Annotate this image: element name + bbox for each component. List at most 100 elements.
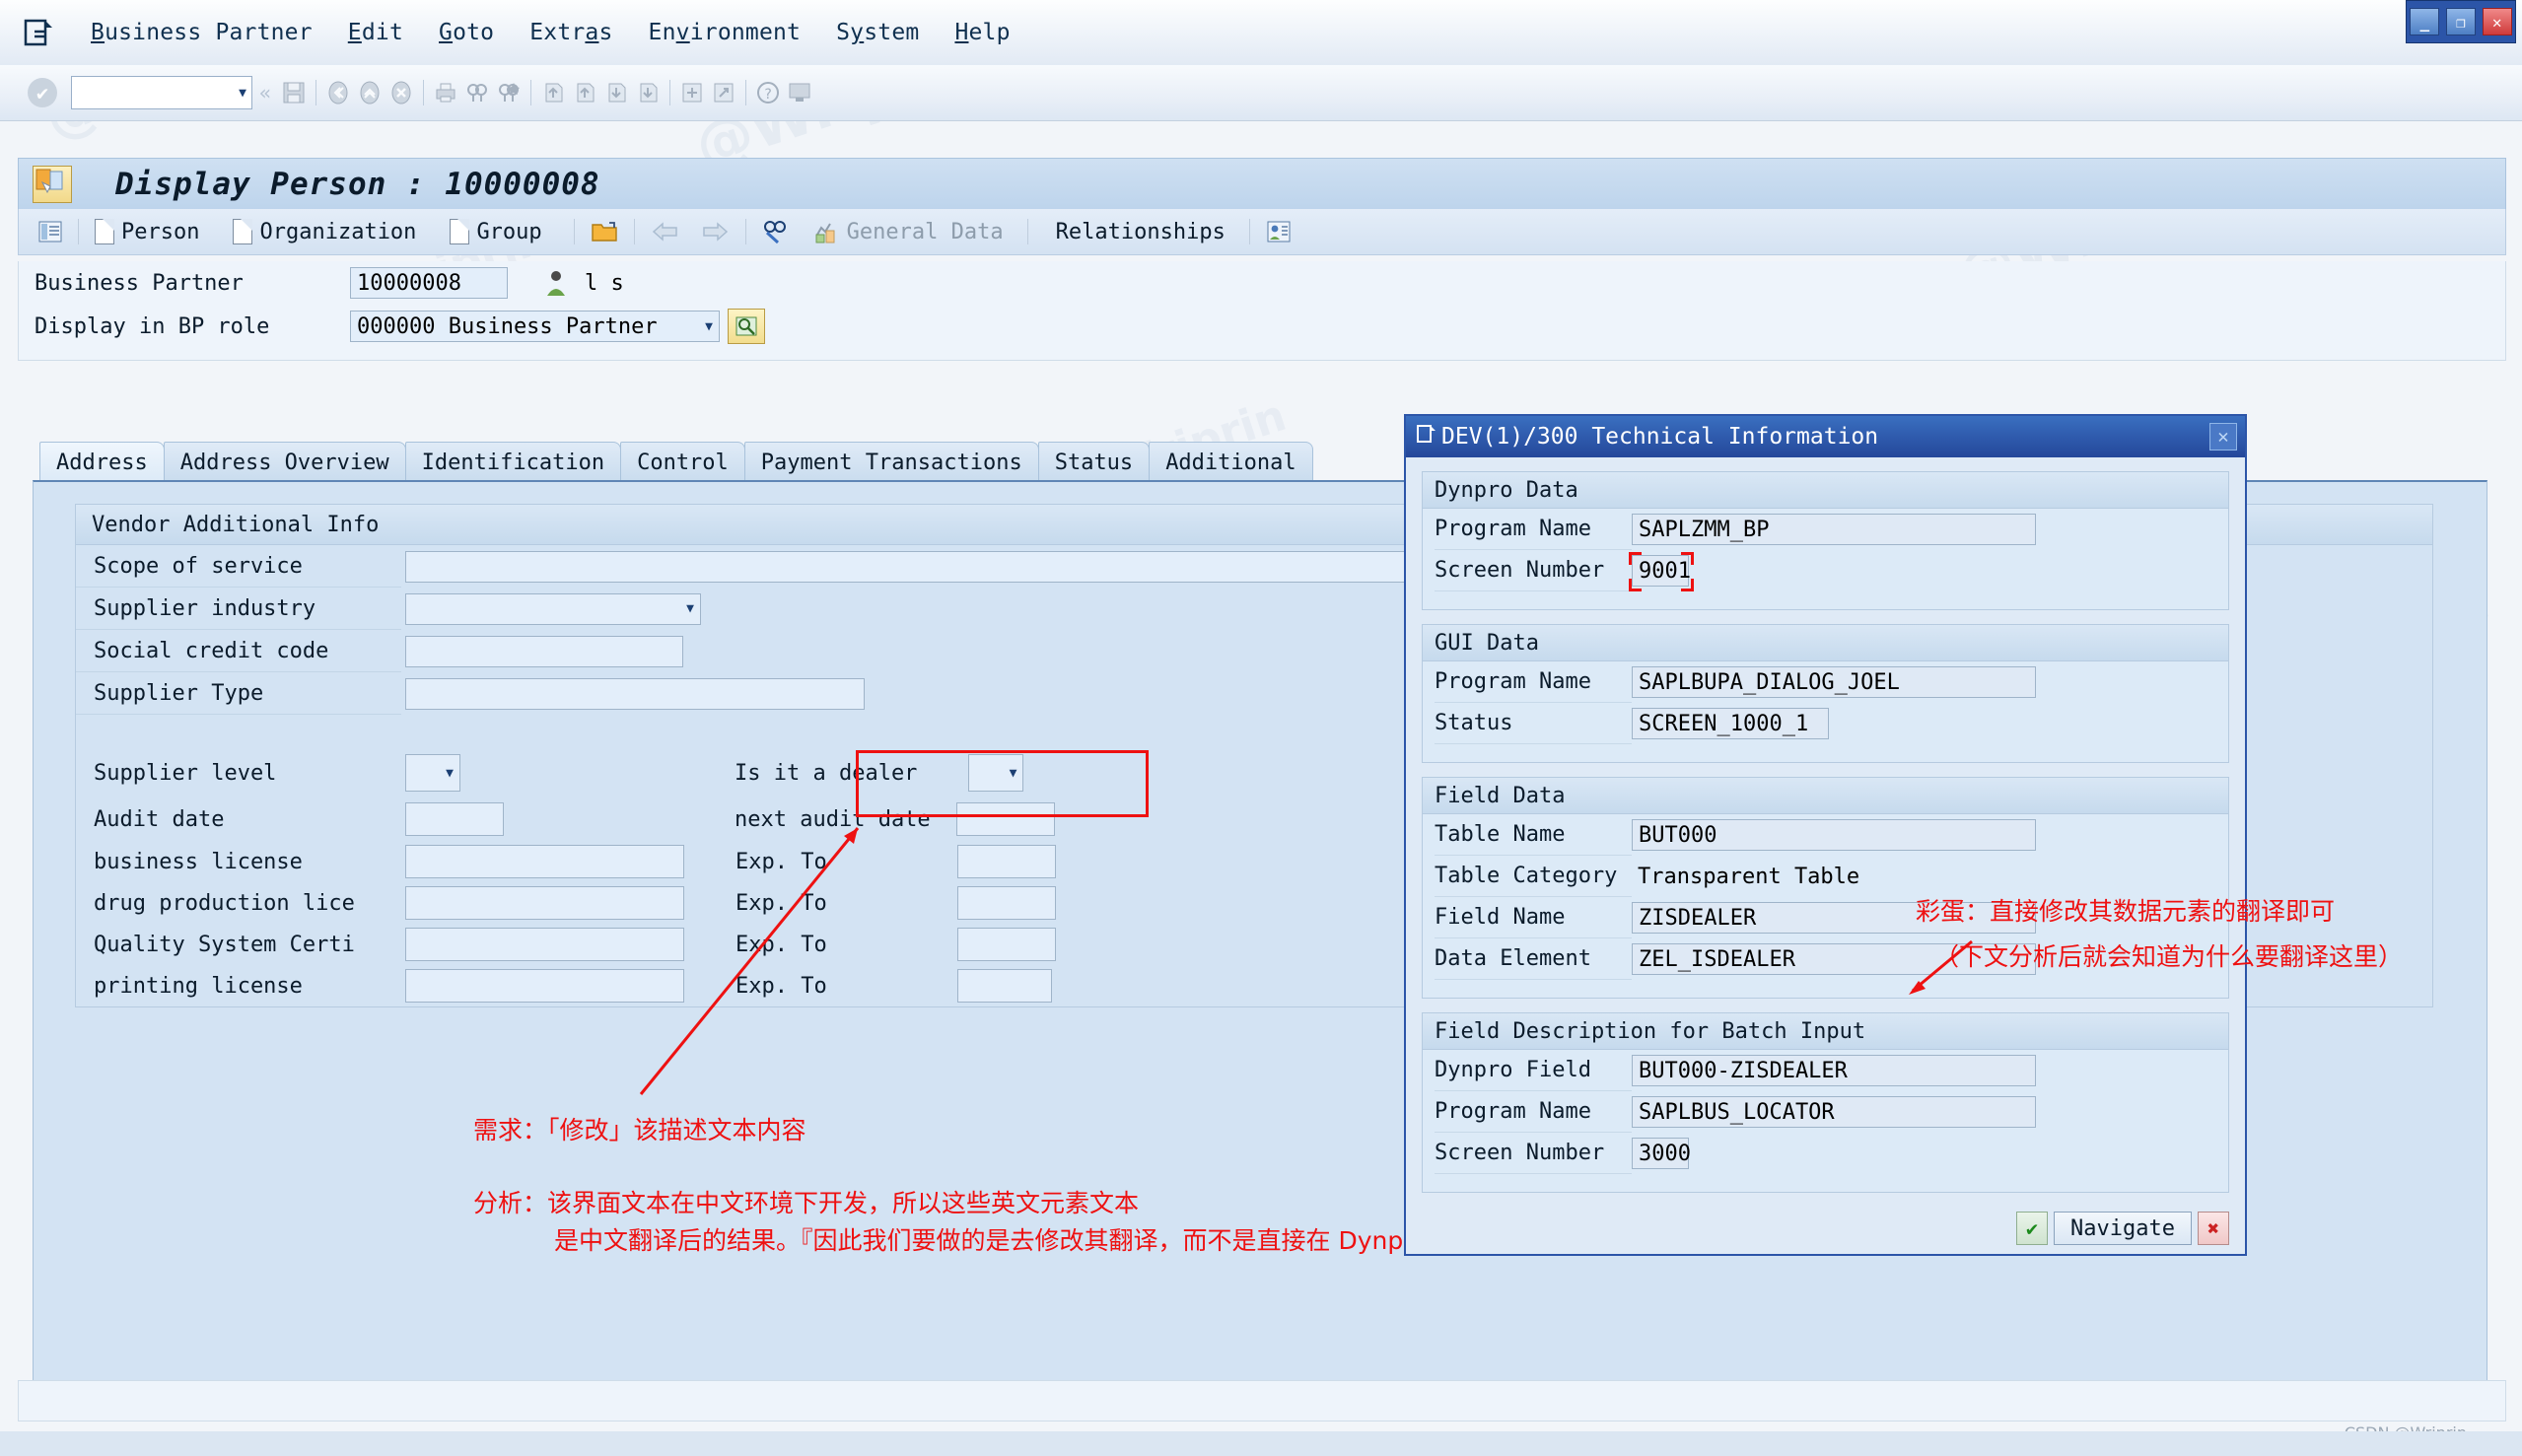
menu-item-environment[interactable]: Environment (631, 20, 819, 45)
audit-date-input[interactable] (405, 802, 504, 836)
bp-role-search-button[interactable] (728, 309, 765, 344)
gui-program-name-input[interactable]: SAPLBUPA_DIALOG_JOEL (1632, 666, 2036, 698)
back-icon[interactable] (325, 80, 351, 105)
general-data-button[interactable]: General Data (804, 213, 1014, 250)
printing-license-exp-input[interactable] (956, 969, 1052, 1003)
chevron-down-icon[interactable]: ▼ (239, 86, 246, 101)
drug-production-exp-label: Exp. To (736, 890, 827, 916)
bp-role-select[interactable]: 000000 Business Partner ▼ (350, 311, 720, 342)
chevron-down-icon[interactable]: ▼ (705, 319, 713, 334)
batch-screen-number-input[interactable]: 3000 (1632, 1138, 1691, 1169)
drug-production-lice-label: drug production lice (94, 890, 355, 916)
menu-item-edit[interactable]: Edit (330, 20, 421, 45)
row-batch-program-name: Program Name SAPLBUS_LOCATOR (1423, 1091, 2228, 1133)
first-page-icon[interactable] (540, 80, 566, 105)
relationships-button[interactable]: Relationships (1046, 213, 1235, 250)
bp-card-icon[interactable] (1256, 213, 1301, 250)
forward-arrow-button[interactable] (690, 213, 739, 250)
menu-bar: BBusiness Partnerusiness Partner Edit Go… (0, 0, 2522, 66)
tab-identification[interactable]: Identification (404, 442, 622, 482)
social-credit-code-input[interactable] (405, 635, 683, 667)
navigate-button[interactable]: Navigate (2054, 1212, 2192, 1245)
dialog-close-button[interactable]: ✕ (2209, 423, 2237, 451)
collapse-toolbar-icon[interactable]: « (259, 81, 271, 104)
row-dynpro-program-name: Program Name SAPLZMM_BP (1423, 509, 2228, 550)
dialog-title-bar[interactable]: DEV(1)/300 Technical Information ✕ (1406, 416, 2245, 457)
dynpro-program-name-input[interactable]: SAPLZMM_BP (1632, 514, 2036, 545)
row-gui-program-name: Program Name SAPLBUPA_DIALOG_JOEL (1423, 661, 2228, 703)
save-icon[interactable] (281, 80, 307, 105)
person-button[interactable]: Person (85, 213, 209, 250)
group-button[interactable]: Group (440, 213, 551, 250)
menu-item-goto[interactable]: Goto (421, 20, 512, 45)
drug-production-exp-input[interactable] (956, 886, 1056, 920)
open-folder-button[interactable] (581, 213, 628, 250)
minimize-button[interactable]: _ (2410, 8, 2440, 35)
chevron-down-icon[interactable]: ▼ (686, 601, 694, 616)
tab-address-overview[interactable]: Address Overview (163, 442, 406, 482)
printing-license-input[interactable] (405, 969, 684, 1003)
command-field[interactable]: ▼ (71, 76, 252, 109)
business-partner-icon (33, 166, 72, 203)
business-license-input[interactable] (405, 845, 684, 878)
person-name: l s (585, 270, 624, 296)
print-icon[interactable] (433, 80, 458, 105)
sap-session-icon (1416, 424, 1437, 450)
person-green-icon (543, 269, 569, 297)
row-gui-status: Status SCREEN_1000_1 (1423, 703, 2228, 744)
cancel-icon[interactable] (388, 80, 414, 105)
switch-display-change-button[interactable] (752, 213, 804, 250)
supplier-level-dropdown[interactable]: ▼ (405, 754, 460, 792)
menu-item-business-partner[interactable]: BBusiness Partnerusiness Partner (73, 20, 330, 45)
gui-status-input[interactable]: SCREEN_1000_1 (1632, 708, 1829, 739)
tab-payment-transactions[interactable]: Payment Transactions (743, 442, 1039, 482)
find-icon[interactable] (464, 80, 490, 105)
find-next-icon[interactable] (496, 80, 522, 105)
page-icon (95, 219, 114, 244)
help-icon[interactable]: ? (755, 80, 781, 105)
supplier-type-input[interactable] (405, 677, 865, 710)
screen-title-bar: Display Person : 10000008 (18, 158, 2506, 211)
divider (633, 219, 635, 244)
create-shortcut-icon[interactable] (711, 80, 736, 105)
divider (530, 80, 532, 105)
next-page-icon[interactable] (603, 80, 629, 105)
supplier-level-label: Supplier level (94, 760, 277, 786)
previous-page-icon[interactable] (572, 80, 597, 105)
menu-item-extras[interactable]: Extras (512, 20, 630, 45)
chevron-down-icon[interactable]: ▼ (446, 766, 454, 781)
tab-additional[interactable]: Additional (1149, 442, 1313, 482)
close-button[interactable]: ✕ (2482, 8, 2512, 35)
confirm-button[interactable]: ✔ (2016, 1212, 2049, 1245)
dynpro-field-input[interactable]: BUT000-ZISDEALER (1632, 1055, 2036, 1086)
menu-item-help[interactable]: Help (937, 20, 1027, 45)
drug-production-lice-input[interactable] (405, 886, 684, 920)
page-icon (233, 219, 253, 244)
create-session-icon[interactable] (679, 80, 705, 105)
tab-status[interactable]: Status (1037, 442, 1151, 482)
tab-address[interactable]: Address (39, 442, 165, 482)
supplier-industry-dropdown[interactable]: ▼ (405, 592, 701, 625)
enter-check-icon[interactable]: ✔ (28, 78, 57, 107)
dynpro-screen-number-input[interactable]: 9001 (1632, 555, 1691, 587)
business-partner-input[interactable]: 10000008 (350, 267, 508, 299)
menu-item-system[interactable]: System (818, 20, 937, 45)
organization-button[interactable]: Organization (223, 213, 426, 250)
open-bp-list-icon[interactable] (29, 213, 72, 250)
batch-program-name-input[interactable]: SAPLBUS_LOCATOR (1632, 1096, 2036, 1128)
tab-control[interactable]: Control (620, 442, 745, 482)
last-page-icon[interactable] (635, 80, 661, 105)
tab-label: Identification (421, 450, 605, 475)
general-data-label: General Data (846, 219, 1004, 244)
quality-system-certi-input[interactable] (405, 928, 684, 961)
table-name-input[interactable]: BUT000 (1632, 819, 2036, 851)
exit-icon[interactable] (357, 80, 383, 105)
back-arrow-button[interactable] (641, 213, 690, 250)
quality-system-exp-input[interactable] (956, 928, 1056, 961)
sap-session-icon[interactable] (22, 18, 55, 47)
business-license-exp-input[interactable] (956, 845, 1056, 878)
restore-button[interactable]: ❐ (2445, 8, 2476, 35)
section-title-label: GUI Data (1435, 630, 1539, 656)
customize-local-layout-icon[interactable] (787, 80, 812, 105)
cancel-button[interactable]: ✖ (2198, 1212, 2229, 1245)
